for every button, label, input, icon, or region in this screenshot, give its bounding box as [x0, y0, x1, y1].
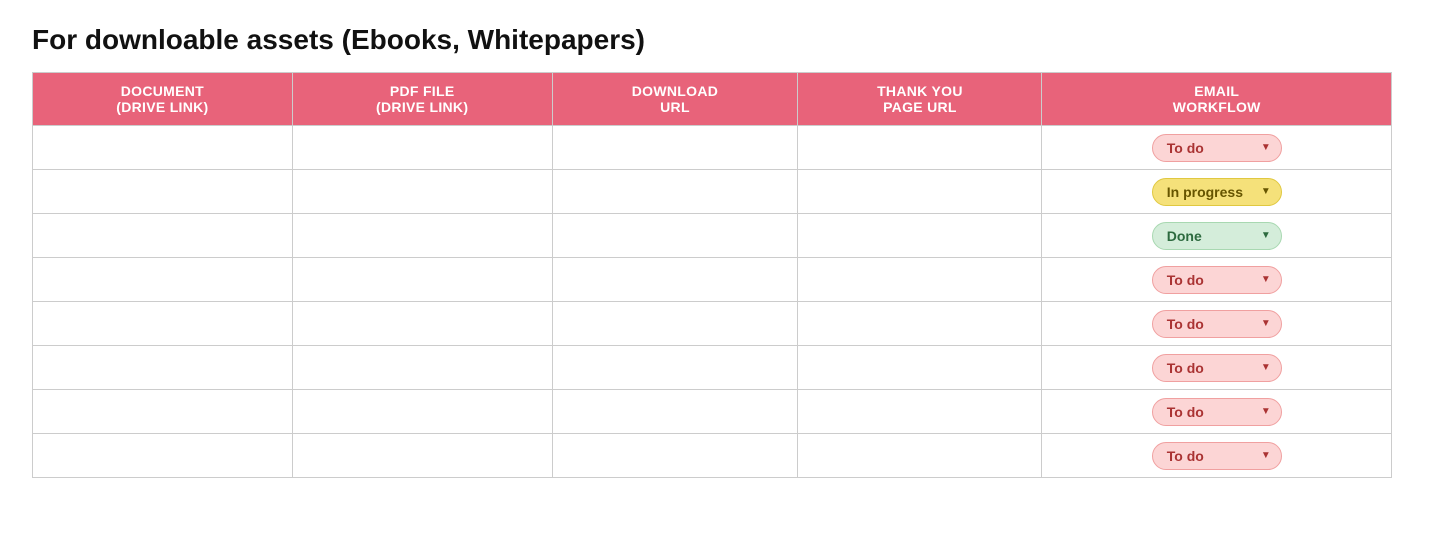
status-label-row5: To do	[1167, 360, 1204, 376]
table-row: In progress ▼	[33, 170, 1392, 214]
cell-row7-col3	[798, 434, 1042, 478]
status-badge-row1[interactable]: In progress ▼	[1152, 178, 1282, 206]
chevron-down-icon: ▼	[1261, 230, 1271, 241]
col-header-download-url: DOWNLOADURL	[552, 73, 798, 126]
table-row: To do ▼	[33, 390, 1392, 434]
status-badge-row4[interactable]: To do ▼	[1152, 310, 1282, 338]
status-cell-row7: To do ▼	[1042, 434, 1392, 478]
status-cell-row1: In progress ▼	[1042, 170, 1392, 214]
chevron-down-icon: ▼	[1261, 318, 1271, 329]
chevron-down-icon: ▼	[1261, 362, 1271, 373]
table-row: To do ▼	[33, 302, 1392, 346]
cell-row5-col3	[798, 346, 1042, 390]
cell-row3-col2	[552, 258, 798, 302]
cell-row0-col3	[798, 126, 1042, 170]
cell-row6-col3	[798, 390, 1042, 434]
table-row: To do ▼	[33, 258, 1392, 302]
status-badge-row7[interactable]: To do ▼	[1152, 442, 1282, 470]
cell-row0-col1	[292, 126, 552, 170]
status-label-row0: To do	[1167, 140, 1204, 156]
cell-row2-col2	[552, 214, 798, 258]
table-header-row: DOCUMENT(Drive link) PDF FILE(Drive link…	[33, 73, 1392, 126]
status-cell-row0: To do ▼	[1042, 126, 1392, 170]
status-cell-row4: To do ▼	[1042, 302, 1392, 346]
chevron-down-icon: ▼	[1261, 274, 1271, 285]
status-label-row1: In progress	[1167, 184, 1243, 200]
cell-row0-col0	[33, 126, 293, 170]
status-badge-row2[interactable]: Done ▼	[1152, 222, 1282, 250]
chevron-down-icon: ▼	[1261, 186, 1271, 197]
cell-row0-col2	[552, 126, 798, 170]
table-row: To do ▼	[33, 434, 1392, 478]
chevron-down-icon: ▼	[1261, 450, 1271, 461]
status-cell-row5: To do ▼	[1042, 346, 1392, 390]
cell-row7-col2	[552, 434, 798, 478]
cell-row3-col0	[33, 258, 293, 302]
cell-row4-col0	[33, 302, 293, 346]
cell-row1-col0	[33, 170, 293, 214]
table-row: To do ▼	[33, 346, 1392, 390]
cell-row6-col1	[292, 390, 552, 434]
cell-row4-col1	[292, 302, 552, 346]
cell-row3-col1	[292, 258, 552, 302]
col-header-document: DOCUMENT(Drive link)	[33, 73, 293, 126]
status-label-row3: To do	[1167, 272, 1204, 288]
cell-row1-col1	[292, 170, 552, 214]
cell-row3-col3	[798, 258, 1042, 302]
status-badge-row0[interactable]: To do ▼	[1152, 134, 1282, 162]
cell-row5-col1	[292, 346, 552, 390]
col-header-email-workflow: EMAILWORKFLOW	[1042, 73, 1392, 126]
table-row: To do ▼	[33, 126, 1392, 170]
cell-row1-col2	[552, 170, 798, 214]
status-cell-row3: To do ▼	[1042, 258, 1392, 302]
status-cell-row2: Done ▼	[1042, 214, 1392, 258]
cell-row1-col3	[798, 170, 1042, 214]
status-badge-row5[interactable]: To do ▼	[1152, 354, 1282, 382]
cell-row4-col3	[798, 302, 1042, 346]
cell-row6-col0	[33, 390, 293, 434]
cell-row5-col0	[33, 346, 293, 390]
cell-row7-col1	[292, 434, 552, 478]
table-row: Done ▼	[33, 214, 1392, 258]
chevron-down-icon: ▼	[1261, 142, 1271, 153]
cell-row5-col2	[552, 346, 798, 390]
status-label-row4: To do	[1167, 316, 1204, 332]
cell-row7-col0	[33, 434, 293, 478]
cell-row2-col3	[798, 214, 1042, 258]
status-label-row7: To do	[1167, 448, 1204, 464]
page-title: For downloable assets (Ebooks, Whitepape…	[32, 24, 1400, 56]
assets-table: DOCUMENT(Drive link) PDF FILE(Drive link…	[32, 72, 1392, 478]
status-badge-row6[interactable]: To do ▼	[1152, 398, 1282, 426]
cell-row2-col0	[33, 214, 293, 258]
status-badge-row3[interactable]: To do ▼	[1152, 266, 1282, 294]
chevron-down-icon: ▼	[1261, 406, 1271, 417]
status-label-row2: Done	[1167, 228, 1202, 244]
status-label-row6: To do	[1167, 404, 1204, 420]
cell-row6-col2	[552, 390, 798, 434]
cell-row2-col1	[292, 214, 552, 258]
col-header-thank-you-url: THANK YOUPAGE URL	[798, 73, 1042, 126]
cell-row4-col2	[552, 302, 798, 346]
status-cell-row6: To do ▼	[1042, 390, 1392, 434]
col-header-pdf-file: PDF FILE(Drive link)	[292, 73, 552, 126]
